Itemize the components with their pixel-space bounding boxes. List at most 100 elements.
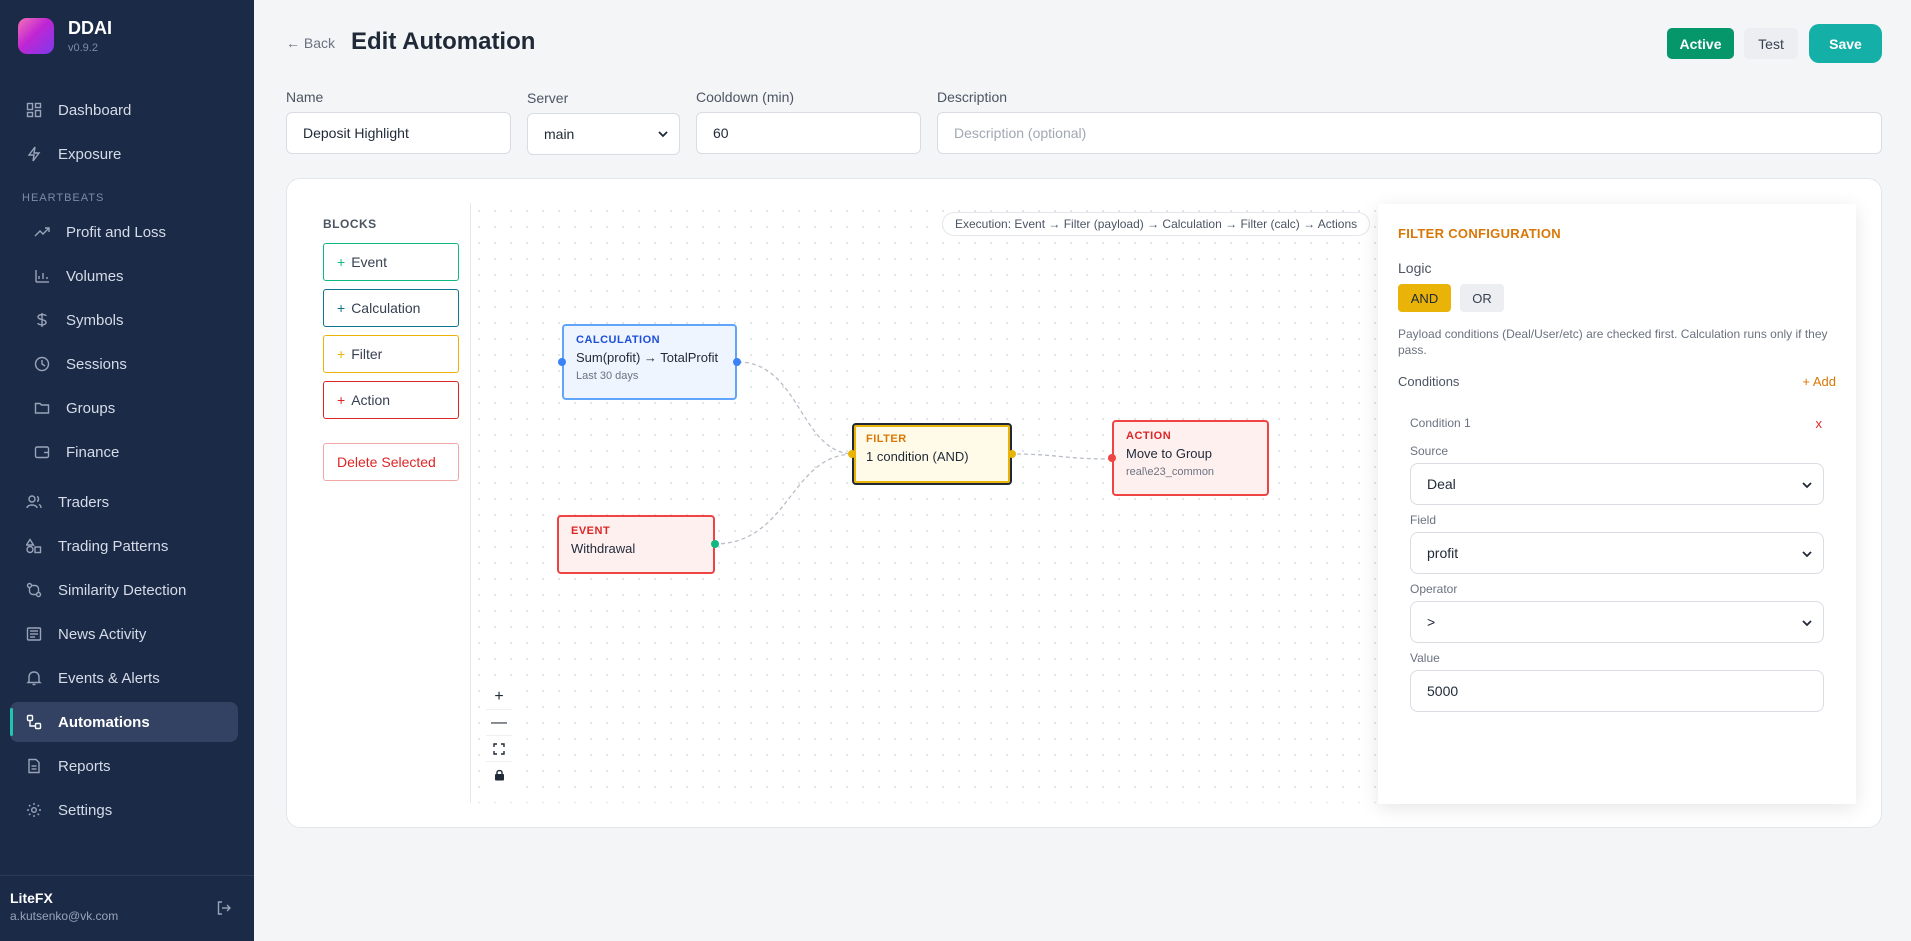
test-button[interactable]: Test bbox=[1744, 28, 1798, 59]
node-subtitle: Last 30 days bbox=[576, 370, 639, 382]
input-port[interactable] bbox=[558, 358, 566, 366]
logic-or-button[interactable]: OR bbox=[1460, 284, 1504, 312]
folder-icon bbox=[32, 398, 52, 418]
sidebar-item-events-alerts[interactable]: Events & Alerts bbox=[10, 658, 238, 698]
add-filter-block-button[interactable]: + Filter bbox=[323, 335, 459, 373]
sidebar-item-settings[interactable]: Settings bbox=[10, 790, 238, 830]
cooldown-input-value: 60 bbox=[713, 125, 729, 141]
remove-condition-button[interactable]: x bbox=[1816, 416, 1823, 431]
output-port[interactable] bbox=[1008, 450, 1016, 458]
save-button[interactable]: Save bbox=[1809, 24, 1882, 63]
sidebar-item-profit-and-loss[interactable]: Profit and Loss bbox=[10, 212, 238, 252]
brand[interactable]: DDAI v0.9.2 bbox=[18, 18, 112, 54]
add-event-block-button[interactable]: + Event bbox=[323, 243, 459, 281]
user-name: LiteFX bbox=[10, 890, 53, 906]
chevron-down-icon bbox=[657, 127, 669, 143]
sidebar-item-symbols[interactable]: Symbols bbox=[10, 300, 238, 340]
event-node[interactable]: EVENT Withdrawal bbox=[557, 515, 719, 574]
chevron-down-icon bbox=[1801, 478, 1813, 494]
sidebar-item-finance[interactable]: Finance bbox=[10, 432, 238, 472]
action-node[interactable]: ACTION Move to Group real\e23_common bbox=[1108, 420, 1269, 496]
field-select[interactable]: profit bbox=[1410, 532, 1824, 574]
block-label: Filter bbox=[351, 346, 383, 362]
sidebar-item-similarity-detection[interactable]: Similarity Detection bbox=[10, 570, 238, 610]
field-select-value: profit bbox=[1427, 545, 1459, 561]
active-toggle-button[interactable]: Active bbox=[1667, 28, 1734, 59]
zoom-in-icon[interactable]: + bbox=[486, 684, 512, 710]
node-title: Move to Group bbox=[1126, 446, 1212, 461]
sidebar-item-exposure[interactable]: Exposure bbox=[10, 134, 238, 174]
sidebar-item-automations[interactable]: Automations bbox=[10, 702, 238, 742]
back-link[interactable]: ← Back bbox=[286, 35, 335, 51]
description-placeholder: Description (optional) bbox=[954, 125, 1087, 141]
source-select[interactable]: Deal bbox=[1410, 463, 1824, 505]
blocks-title: BLOCKS bbox=[323, 217, 377, 231]
dollar-icon bbox=[32, 310, 52, 330]
sidebar-item-groups[interactable]: Groups bbox=[10, 388, 238, 428]
sidebar-item-traders[interactable]: Traders bbox=[10, 482, 238, 522]
canvas-controls: + — bbox=[486, 684, 512, 788]
sidebar-item-label: Sessions bbox=[66, 355, 127, 373]
sidebar-item-label: Automations bbox=[58, 713, 150, 731]
add-condition-button[interactable]: + Add bbox=[1802, 374, 1836, 389]
add-action-block-button[interactable]: + Action bbox=[323, 381, 459, 419]
sidebar-item-trading-patterns[interactable]: Trading Patterns bbox=[10, 526, 238, 566]
description-input[interactable]: Description (optional) bbox=[937, 112, 1882, 154]
sidebar-item-label: Reports bbox=[58, 757, 111, 775]
calculation-node[interactable]: CALCULATION Sum(profit) → TotalProfit La… bbox=[558, 324, 741, 400]
node-type: ACTION bbox=[1126, 430, 1172, 442]
sidebar-item-news-activity[interactable]: News Activity bbox=[10, 614, 238, 654]
filter-node[interactable]: FILTER 1 condition (AND) bbox=[848, 423, 1016, 485]
logic-and-button[interactable]: AND bbox=[1398, 284, 1451, 312]
config-title: FILTER CONFIGURATION bbox=[1398, 226, 1561, 241]
name-input[interactable]: Deposit Highlight bbox=[286, 112, 511, 154]
filter-configuration-panel: FILTER CONFIGURATION Logic AND OR Payloa… bbox=[1378, 204, 1856, 804]
node-type: EVENT bbox=[571, 525, 611, 537]
value-label: Value bbox=[1410, 651, 1440, 665]
git-icon bbox=[24, 580, 44, 600]
sidebar-item-volumes[interactable]: Volumes bbox=[10, 256, 238, 296]
blocks-palette: BLOCKS + Event + Calculation + Filter + Acti… bbox=[287, 179, 472, 827]
source-select-value: Deal bbox=[1427, 476, 1456, 492]
flow-canvas[interactable] bbox=[471, 203, 1376, 803]
input-port[interactable] bbox=[1108, 454, 1116, 462]
fit-view-icon[interactable] bbox=[486, 736, 512, 762]
sidebar-item-label: Dashboard bbox=[58, 101, 132, 119]
bar-chart-icon bbox=[32, 266, 52, 286]
brand-version: v0.9.2 bbox=[68, 42, 98, 54]
input-port[interactable] bbox=[848, 450, 856, 458]
sidebar: DDAI v0.9.2 Dashboard Exposure HEARTBEAT… bbox=[0, 0, 254, 941]
sidebar-item-label: News Activity bbox=[58, 625, 147, 643]
lock-icon[interactable] bbox=[486, 762, 512, 788]
bell-icon bbox=[24, 668, 44, 688]
sidebar-item-label: Symbols bbox=[66, 311, 124, 329]
lightning-icon bbox=[24, 144, 44, 164]
sidebar-item-sessions[interactable]: Sessions bbox=[10, 344, 238, 384]
sidebar-item-dashboard[interactable]: Dashboard bbox=[10, 90, 238, 130]
cooldown-input[interactable]: 60 bbox=[696, 112, 921, 154]
output-port[interactable] bbox=[711, 540, 719, 548]
node-title: Withdrawal bbox=[571, 541, 636, 556]
newspaper-icon bbox=[24, 624, 44, 644]
users-icon bbox=[24, 492, 44, 512]
sidebar-item-label: Traders bbox=[58, 493, 110, 511]
clock-icon bbox=[32, 354, 52, 374]
config-note: Payload conditions (Deal/User/etc) are c… bbox=[1398, 327, 1828, 357]
zoom-out-icon[interactable]: — bbox=[486, 710, 512, 736]
user-email: a.kutsenko@vk.com bbox=[10, 909, 119, 923]
add-calculation-block-button[interactable]: + Calculation bbox=[323, 289, 459, 327]
logic-label: Logic bbox=[1398, 260, 1432, 276]
output-port[interactable] bbox=[733, 358, 741, 366]
delete-selected-button[interactable]: Delete Selected bbox=[323, 443, 459, 481]
source-label: Source bbox=[1410, 444, 1449, 458]
operator-select[interactable]: > bbox=[1410, 601, 1824, 643]
server-select-value: main bbox=[544, 126, 575, 142]
logout-icon[interactable] bbox=[216, 900, 232, 921]
value-input[interactable]: 5000 bbox=[1410, 670, 1824, 712]
server-select[interactable]: main bbox=[527, 113, 680, 155]
sidebar-item-reports[interactable]: Reports bbox=[10, 746, 238, 786]
shapes-icon bbox=[24, 536, 44, 556]
value-input-value: 5000 bbox=[1427, 683, 1459, 699]
workflow-icon bbox=[24, 712, 44, 732]
condition-label: Condition 1 bbox=[1410, 416, 1471, 430]
